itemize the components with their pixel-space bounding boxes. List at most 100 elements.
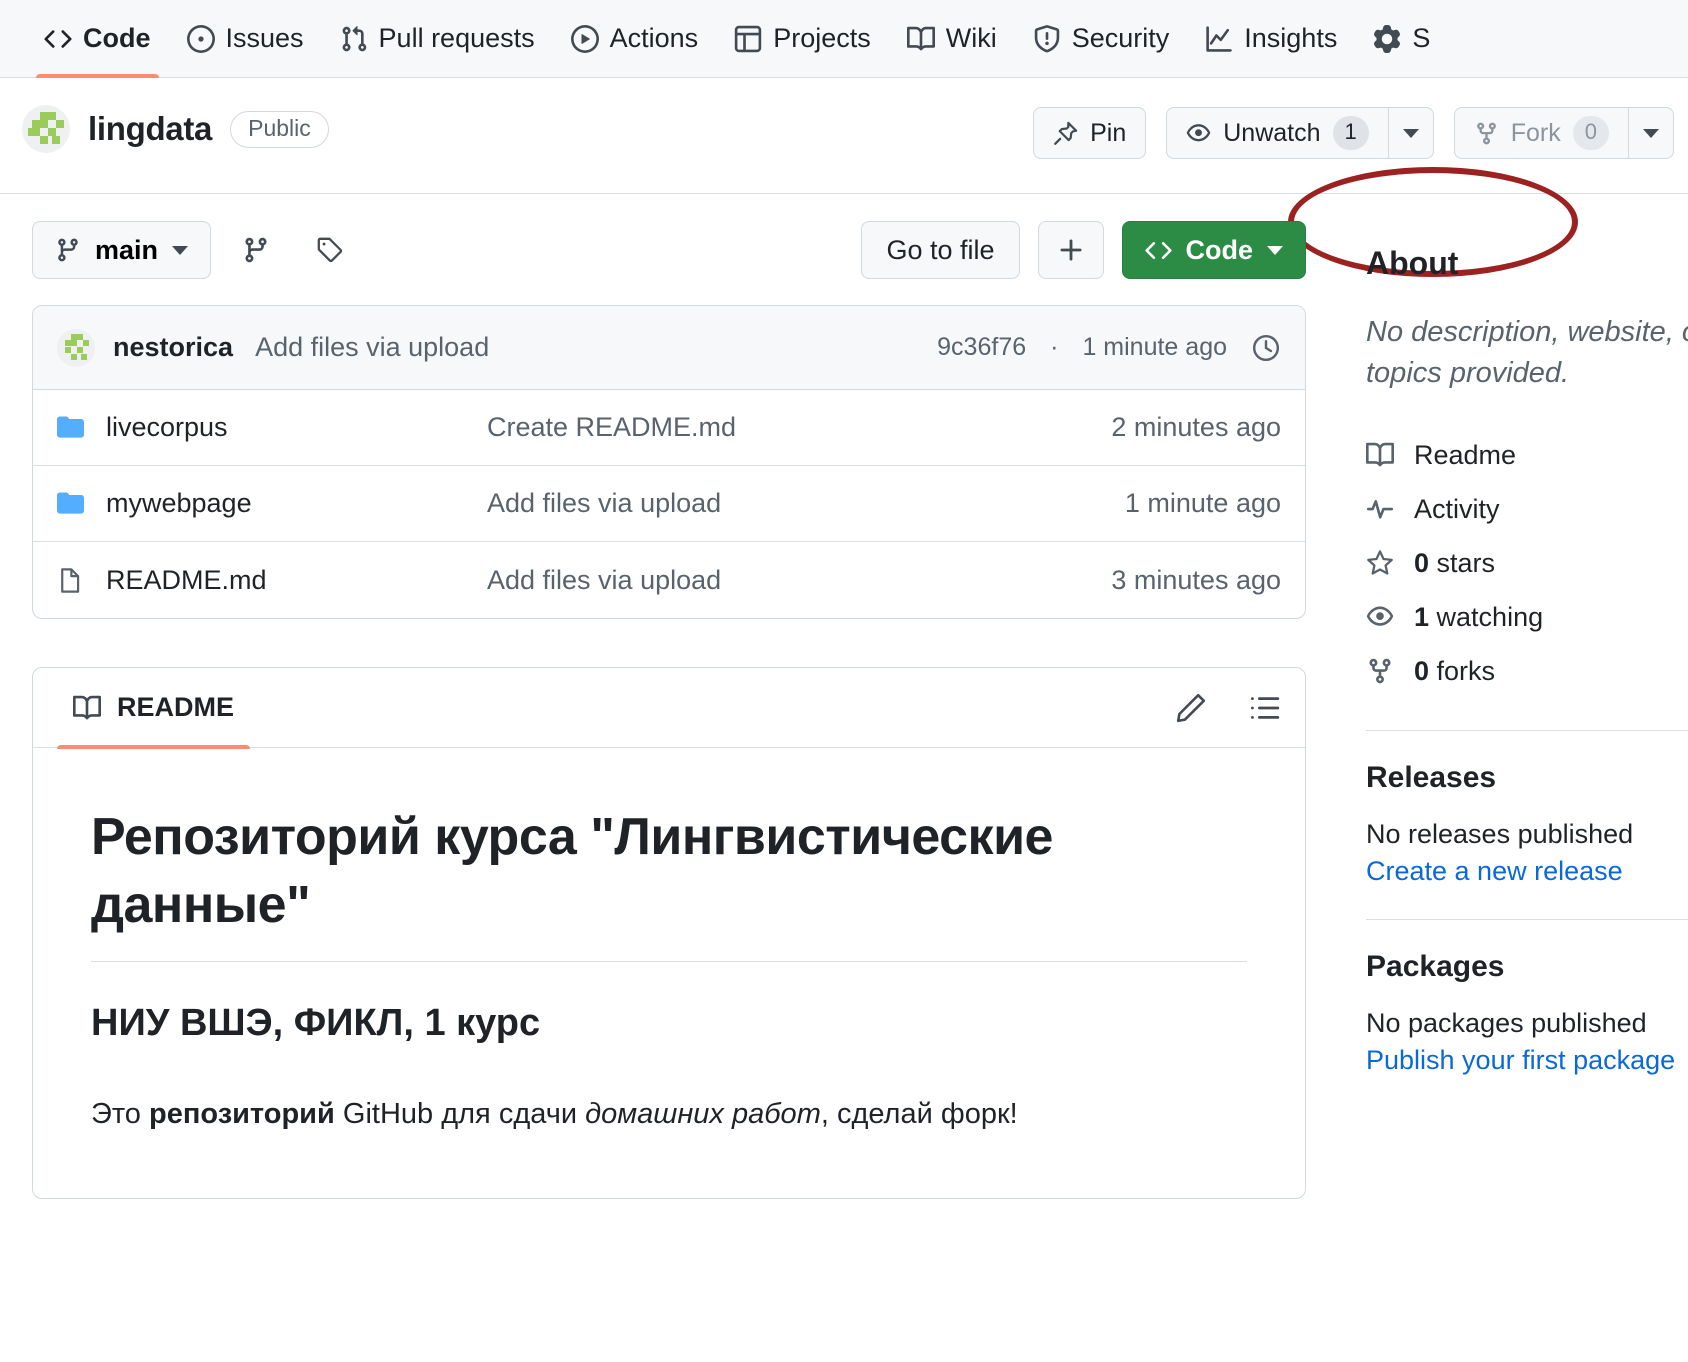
- gear-icon: [1373, 25, 1401, 53]
- commit-message[interactable]: Add files via upload: [255, 332, 489, 363]
- sidebar-divider: [1366, 730, 1688, 731]
- table-row[interactable]: livecorpus Create README.md 2 minutes ag…: [33, 390, 1305, 466]
- go-to-file-button[interactable]: Go to file: [861, 221, 1019, 279]
- history-icon[interactable]: [1251, 333, 1281, 363]
- publish-package-link[interactable]: Publish your first package: [1366, 1045, 1675, 1075]
- repo-forked-icon: [1366, 657, 1394, 685]
- pin-label: Pin: [1090, 119, 1126, 148]
- nav-tab-settings[interactable]: S: [1355, 0, 1448, 78]
- watch-button-group: Unwatch 1: [1166, 107, 1434, 159]
- fork-button[interactable]: Fork 0: [1454, 107, 1628, 159]
- fork-count: 0: [1573, 116, 1609, 150]
- folder-icon: [57, 490, 84, 517]
- file-name-cell[interactable]: livecorpus: [57, 412, 487, 443]
- table-icon: [734, 25, 762, 53]
- fork-dropdown-button[interactable]: [1628, 107, 1674, 159]
- branch-name: main: [95, 235, 158, 266]
- file-time: 2 minutes ago: [1111, 412, 1281, 443]
- nav-tab-pull-requests[interactable]: Pull requests: [322, 0, 553, 78]
- latest-commit-row: nestorica Add files via upload 9c36f76 ·…: [33, 306, 1305, 390]
- commit-hash[interactable]: 9c36f76: [937, 333, 1026, 362]
- sidebar-divider: [1366, 919, 1688, 920]
- nav-tab-insights[interactable]: Insights: [1187, 0, 1355, 78]
- nav-tab-code[interactable]: Code: [26, 0, 169, 78]
- readme-card: README Репозиторий курса "Лингвистически…: [32, 667, 1306, 1199]
- readme-paragraph-part3: , сделай форк!: [821, 1098, 1018, 1130]
- star-icon: [1366, 549, 1394, 577]
- about-description: No description, website, or topics provi…: [1366, 312, 1688, 394]
- sidebar-link-forks-label: 0 forks: [1414, 656, 1495, 687]
- sidebar-link-watching[interactable]: 1 watching: [1366, 590, 1688, 644]
- tab-readme[interactable]: README: [57, 668, 250, 748]
- readme-heading-1: Репозиторий курса "Лингвистические данны…: [91, 804, 1247, 939]
- pulse-icon: [1366, 495, 1394, 523]
- nav-tab-code-label: Code: [83, 25, 151, 52]
- file-commit-message[interactable]: Add files via upload: [487, 565, 1111, 596]
- tags-button[interactable]: [301, 221, 359, 279]
- readme-content: Репозиторий курса "Лингвистические данны…: [33, 748, 1305, 1198]
- repo-nav: Code Issues Pull requests Actions Projec: [0, 0, 1688, 78]
- repo-visibility-badge: Public: [230, 111, 329, 148]
- file-name-cell[interactable]: mywebpage: [57, 488, 487, 519]
- repo-name[interactable]: lingdata: [88, 110, 212, 148]
- nav-tab-settings-label: S: [1412, 25, 1430, 52]
- branch-selector[interactable]: main: [32, 221, 211, 279]
- nav-tab-actions[interactable]: Actions: [553, 0, 717, 78]
- table-row[interactable]: README.md Add files via upload 3 minutes…: [33, 542, 1305, 618]
- file-commit-message[interactable]: Create README.md: [487, 412, 1111, 443]
- chevron-down-icon: [1643, 129, 1659, 138]
- git-pull-request-icon: [340, 25, 368, 53]
- sidebar-link-readme[interactable]: Readme: [1366, 428, 1688, 482]
- readme-paragraph-italic: домашних работ: [585, 1098, 821, 1130]
- nav-tab-security[interactable]: Security: [1015, 0, 1188, 78]
- book-icon: [73, 694, 101, 722]
- code-button[interactable]: Code: [1122, 221, 1307, 279]
- create-release-link[interactable]: Create a new release: [1366, 856, 1623, 886]
- repo-header-actions: Pin Unwatch 1: [1033, 107, 1674, 159]
- file-time: 1 minute ago: [1125, 488, 1281, 519]
- graph-icon: [1205, 25, 1233, 53]
- outline-list-icon[interactable]: [1249, 692, 1281, 724]
- folder-icon: [57, 414, 84, 441]
- watch-dropdown-button[interactable]: [1388, 107, 1434, 159]
- readme-paragraph-part2: GitHub для сдачи: [335, 1098, 585, 1130]
- sidebar-link-activity[interactable]: Activity: [1366, 482, 1688, 536]
- eye-icon: [1186, 121, 1211, 146]
- sidebar-link-forks[interactable]: 0 forks: [1366, 644, 1688, 698]
- nav-tab-projects[interactable]: Projects: [716, 0, 889, 78]
- commit-author-name[interactable]: nestorica: [113, 332, 233, 363]
- git-branch-icon: [242, 236, 270, 264]
- owner-avatar: [22, 105, 70, 153]
- forks-rest: forks: [1429, 656, 1495, 686]
- file-name: README.md: [106, 565, 267, 596]
- fork-label: Fork: [1511, 119, 1561, 148]
- pin-button[interactable]: Pin: [1033, 107, 1146, 159]
- pencil-icon[interactable]: [1175, 692, 1207, 724]
- file-icon: [57, 567, 84, 594]
- file-name-cell[interactable]: README.md: [57, 565, 487, 596]
- unwatch-button[interactable]: Unwatch 1: [1166, 107, 1388, 159]
- eye-icon: [1366, 603, 1394, 631]
- nav-tab-pull-requests-label: Pull requests: [379, 25, 535, 52]
- chevron-down-icon: [172, 246, 188, 255]
- tab-readme-label: README: [117, 692, 234, 723]
- nav-tab-wiki[interactable]: Wiki: [889, 0, 1015, 78]
- code-icon: [44, 25, 72, 53]
- sidebar-link-activity-label: Activity: [1414, 494, 1500, 525]
- readme-divider: [91, 961, 1247, 962]
- issue-opened-icon: [187, 25, 215, 53]
- file-commit-message[interactable]: Add files via upload: [487, 488, 1125, 519]
- readme-paragraph-part1: Это: [91, 1098, 149, 1130]
- table-row[interactable]: mywebpage Add files via upload 1 minute …: [33, 466, 1305, 542]
- file-listing: nestorica Add files via upload 9c36f76 ·…: [32, 305, 1306, 619]
- packages-title: Packages: [1366, 950, 1688, 984]
- branches-button[interactable]: [227, 221, 285, 279]
- sidebar-link-stars[interactable]: 0 stars: [1366, 536, 1688, 590]
- nav-tab-security-label: Security: [1072, 25, 1170, 52]
- nav-tab-issues[interactable]: Issues: [169, 0, 322, 78]
- readme-actions: [1175, 692, 1281, 724]
- readme-tab-bar: README: [33, 668, 1305, 748]
- tag-icon: [316, 236, 344, 264]
- file-toolbar-actions: Go to file Code: [861, 221, 1306, 279]
- add-file-button[interactable]: [1038, 221, 1104, 279]
